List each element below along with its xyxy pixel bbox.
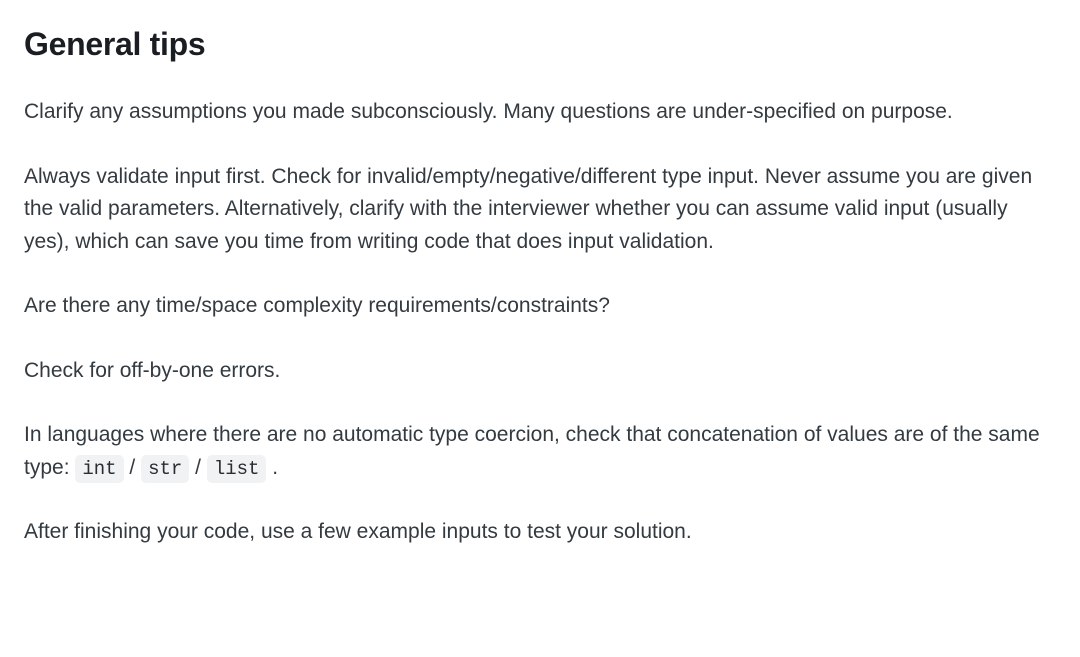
separator: / — [189, 456, 207, 479]
tip-paragraph: Are there any time/space complexity requ… — [24, 290, 1056, 323]
tip-paragraph: After finishing your code, use a few exa… — [24, 516, 1056, 549]
tip-paragraph: Always validate input first. Check for i… — [24, 161, 1056, 259]
separator: / — [124, 456, 142, 479]
tip-paragraph: Check for off-by-one errors. — [24, 355, 1056, 388]
code-token-int: int — [75, 455, 123, 483]
tip-paragraph: In languages where there are no automati… — [24, 419, 1056, 484]
code-token-list: list — [207, 455, 267, 483]
tip-paragraph: Clarify any assumptions you made subcons… — [24, 96, 1056, 129]
section-heading: General tips — [24, 20, 1056, 68]
tip-text: . — [266, 456, 278, 479]
code-token-str: str — [141, 455, 189, 483]
